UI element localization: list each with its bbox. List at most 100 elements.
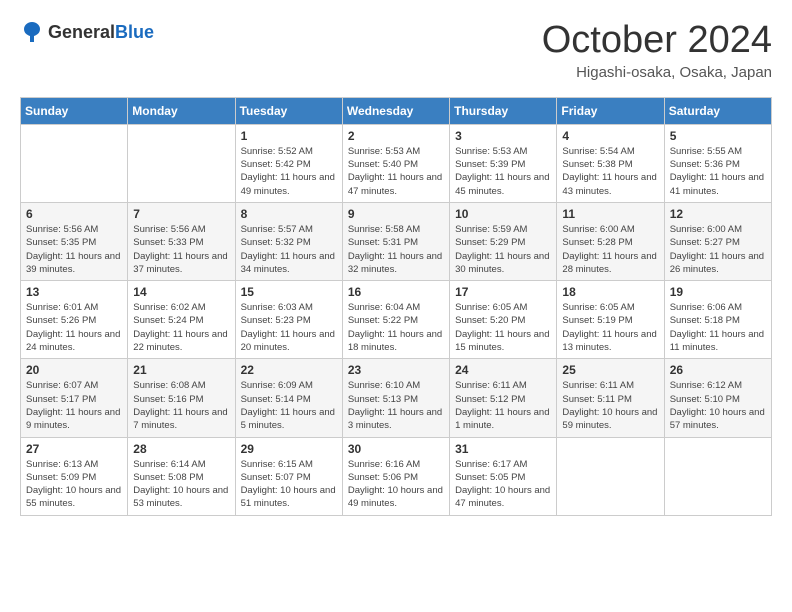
- day-number: 16: [348, 285, 444, 299]
- day-number: 2: [348, 129, 444, 143]
- calendar-cell: 13 Sunrise: 6:01 AMSunset: 5:26 PMDayligh…: [21, 281, 128, 359]
- day-info: Sunrise: 6:12 AMSunset: 5:10 PMDaylight:…: [670, 379, 766, 432]
- weekday-header: Monday: [128, 97, 235, 124]
- day-info: Sunrise: 5:53 AMSunset: 5:39 PMDaylight:…: [455, 145, 551, 198]
- day-info: Sunrise: 5:56 AMSunset: 5:35 PMDaylight:…: [26, 223, 122, 276]
- day-number: 12: [670, 207, 766, 221]
- calendar-cell: [128, 124, 235, 202]
- calendar-cell: 6 Sunrise: 5:56 AMSunset: 5:35 PMDaylight…: [21, 202, 128, 280]
- calendar-cell: 8 Sunrise: 5:57 AMSunset: 5:32 PMDaylight…: [235, 202, 342, 280]
- location-title: Higashi-osaka, Osaka, Japan: [542, 64, 772, 81]
- day-info: Sunrise: 6:11 AMSunset: 5:12 PMDaylight:…: [455, 379, 551, 432]
- calendar-cell: 30Sunrise: 6:16 AMSunset: 5:06 PMDayligh…: [342, 437, 449, 515]
- day-info: Sunrise: 6:02 AMSunset: 5:24 PMDaylight:…: [133, 301, 229, 354]
- day-info: Sunrise: 5:52 AMSunset: 5:42 PMDaylight:…: [241, 145, 337, 198]
- month-title: October 2024: [542, 20, 772, 62]
- day-number: 7: [133, 207, 229, 221]
- day-info: Sunrise: 6:07 AMSunset: 5:17 PMDaylight:…: [26, 379, 122, 432]
- day-number: 30: [348, 442, 444, 456]
- day-number: 14: [133, 285, 229, 299]
- day-number: 1: [241, 129, 337, 143]
- day-number: 5: [670, 129, 766, 143]
- day-info: Sunrise: 6:06 AMSunset: 5:18 PMDaylight:…: [670, 301, 766, 354]
- day-number: 27: [26, 442, 122, 456]
- day-info: Sunrise: 5:58 AMSunset: 5:31 PMDaylight:…: [348, 223, 444, 276]
- day-number: 4: [562, 129, 658, 143]
- day-number: 26: [670, 363, 766, 377]
- day-info: Sunrise: 6:08 AMSunset: 5:16 PMDaylight:…: [133, 379, 229, 432]
- page-header: GeneralBlue October 2024 Higashi-osaka, …: [20, 20, 772, 81]
- calendar-cell: [557, 437, 664, 515]
- calendar-cell: 11 Sunrise: 6:00 AMSunset: 5:28 PMDayligh…: [557, 202, 664, 280]
- calendar-week-row: 13 Sunrise: 6:01 AMSunset: 5:26 PMDayligh…: [21, 281, 772, 359]
- day-number: 31: [455, 442, 551, 456]
- day-info: Sunrise: 5:57 AMSunset: 5:32 PMDaylight:…: [241, 223, 337, 276]
- day-info: Sunrise: 5:54 AMSunset: 5:38 PMDaylight:…: [562, 145, 658, 198]
- day-info: Sunrise: 5:56 AMSunset: 5:33 PMDaylight:…: [133, 223, 229, 276]
- day-info: Sunrise: 5:55 AMSunset: 5:36 PMDaylight:…: [670, 145, 766, 198]
- day-number: 28: [133, 442, 229, 456]
- day-number: 21: [133, 363, 229, 377]
- day-number: 11: [562, 207, 658, 221]
- day-number: 22: [241, 363, 337, 377]
- day-info: Sunrise: 6:11 AMSunset: 5:11 PMDaylight:…: [562, 379, 658, 432]
- day-number: 19: [670, 285, 766, 299]
- day-info: Sunrise: 6:05 AMSunset: 5:20 PMDaylight:…: [455, 301, 551, 354]
- day-number: 9: [348, 207, 444, 221]
- day-number: 24: [455, 363, 551, 377]
- day-info: Sunrise: 6:13 AMSunset: 5:09 PMDaylight:…: [26, 458, 122, 511]
- weekday-header: Thursday: [450, 97, 557, 124]
- day-info: Sunrise: 5:59 AMSunset: 5:29 PMDaylight:…: [455, 223, 551, 276]
- calendar-cell: 23 Sunrise: 6:10 AMSunset: 5:13 PMDayligh…: [342, 359, 449, 437]
- calendar-cell: 5 Sunrise: 5:55 AMSunset: 5:36 PMDaylight…: [664, 124, 771, 202]
- calendar-cell: 22 Sunrise: 6:09 AMSunset: 5:14 PMDayligh…: [235, 359, 342, 437]
- calendar-cell: 27 Sunrise: 6:13 AMSunset: 5:09 PMDayligh…: [21, 437, 128, 515]
- calendar-cell: 1 Sunrise: 5:52 AMSunset: 5:42 PMDaylight…: [235, 124, 342, 202]
- weekday-header: Wednesday: [342, 97, 449, 124]
- logo-blue: Blue: [115, 22, 154, 42]
- day-number: 6: [26, 207, 122, 221]
- logo-icon: [20, 20, 44, 44]
- day-info: Sunrise: 6:10 AMSunset: 5:13 PMDaylight:…: [348, 379, 444, 432]
- day-number: 23: [348, 363, 444, 377]
- calendar-cell: 2Sunrise: 5:53 AMSunset: 5:40 PMDaylight…: [342, 124, 449, 202]
- day-number: 3: [455, 129, 551, 143]
- day-info: Sunrise: 6:05 AMSunset: 5:19 PMDaylight:…: [562, 301, 658, 354]
- day-info: Sunrise: 6:17 AMSunset: 5:05 PMDaylight:…: [455, 458, 551, 511]
- calendar-cell: 19 Sunrise: 6:06 AMSunset: 5:18 PMDayligh…: [664, 281, 771, 359]
- day-info: Sunrise: 6:04 AMSunset: 5:22 PMDaylight:…: [348, 301, 444, 354]
- calendar-cell: 29Sunrise: 6:15 AMSunset: 5:07 PMDayligh…: [235, 437, 342, 515]
- calendar-cell: 12 Sunrise: 6:00 AMSunset: 5:27 PMDayligh…: [664, 202, 771, 280]
- calendar-cell: [21, 124, 128, 202]
- day-info: Sunrise: 6:15 AMSunset: 5:07 PMDaylight:…: [241, 458, 337, 511]
- calendar-cell: 4 Sunrise: 5:54 AMSunset: 5:38 PMDaylight…: [557, 124, 664, 202]
- day-info: Sunrise: 6:00 AMSunset: 5:27 PMDaylight:…: [670, 223, 766, 276]
- weekday-header: Tuesday: [235, 97, 342, 124]
- day-number: 13: [26, 285, 122, 299]
- calendar-cell: 31 Sunrise: 6:17 AMSunset: 5:05 PMDayligh…: [450, 437, 557, 515]
- calendar-week-row: 27 Sunrise: 6:13 AMSunset: 5:09 PMDayligh…: [21, 437, 772, 515]
- day-info: Sunrise: 6:01 AMSunset: 5:26 PMDaylight:…: [26, 301, 122, 354]
- day-number: 8: [241, 207, 337, 221]
- day-info: Sunrise: 6:00 AMSunset: 5:28 PMDaylight:…: [562, 223, 658, 276]
- day-number: 17: [455, 285, 551, 299]
- calendar-cell: 15Sunrise: 6:03 AMSunset: 5:23 PMDayligh…: [235, 281, 342, 359]
- calendar-cell: 16 Sunrise: 6:04 AMSunset: 5:22 PMDayligh…: [342, 281, 449, 359]
- title-block: October 2024 Higashi-osaka, Osaka, Japan: [542, 20, 772, 81]
- calendar-table: SundayMondayTuesdayWednesdayThursdayFrid…: [20, 97, 772, 516]
- day-number: 18: [562, 285, 658, 299]
- day-info: Sunrise: 6:14 AMSunset: 5:08 PMDaylight:…: [133, 458, 229, 511]
- weekday-header: Friday: [557, 97, 664, 124]
- calendar-week-row: 20 Sunrise: 6:07 AMSunset: 5:17 PMDayligh…: [21, 359, 772, 437]
- calendar-cell: 20 Sunrise: 6:07 AMSunset: 5:17 PMDayligh…: [21, 359, 128, 437]
- calendar-cell: 14 Sunrise: 6:02 AMSunset: 5:24 PMDayligh…: [128, 281, 235, 359]
- calendar-cell: 18 Sunrise: 6:05 AMSunset: 5:19 PMDayligh…: [557, 281, 664, 359]
- day-number: 15: [241, 285, 337, 299]
- logo-general: General: [48, 22, 115, 42]
- day-info: Sunrise: 6:09 AMSunset: 5:14 PMDaylight:…: [241, 379, 337, 432]
- calendar-cell: 9 Sunrise: 5:58 AMSunset: 5:31 PMDaylight…: [342, 202, 449, 280]
- logo-text: GeneralBlue: [48, 22, 154, 43]
- calendar-cell: 3 Sunrise: 5:53 AMSunset: 5:39 PMDaylight…: [450, 124, 557, 202]
- calendar-cell: 7 Sunrise: 5:56 AMSunset: 5:33 PMDaylight…: [128, 202, 235, 280]
- day-number: 20: [26, 363, 122, 377]
